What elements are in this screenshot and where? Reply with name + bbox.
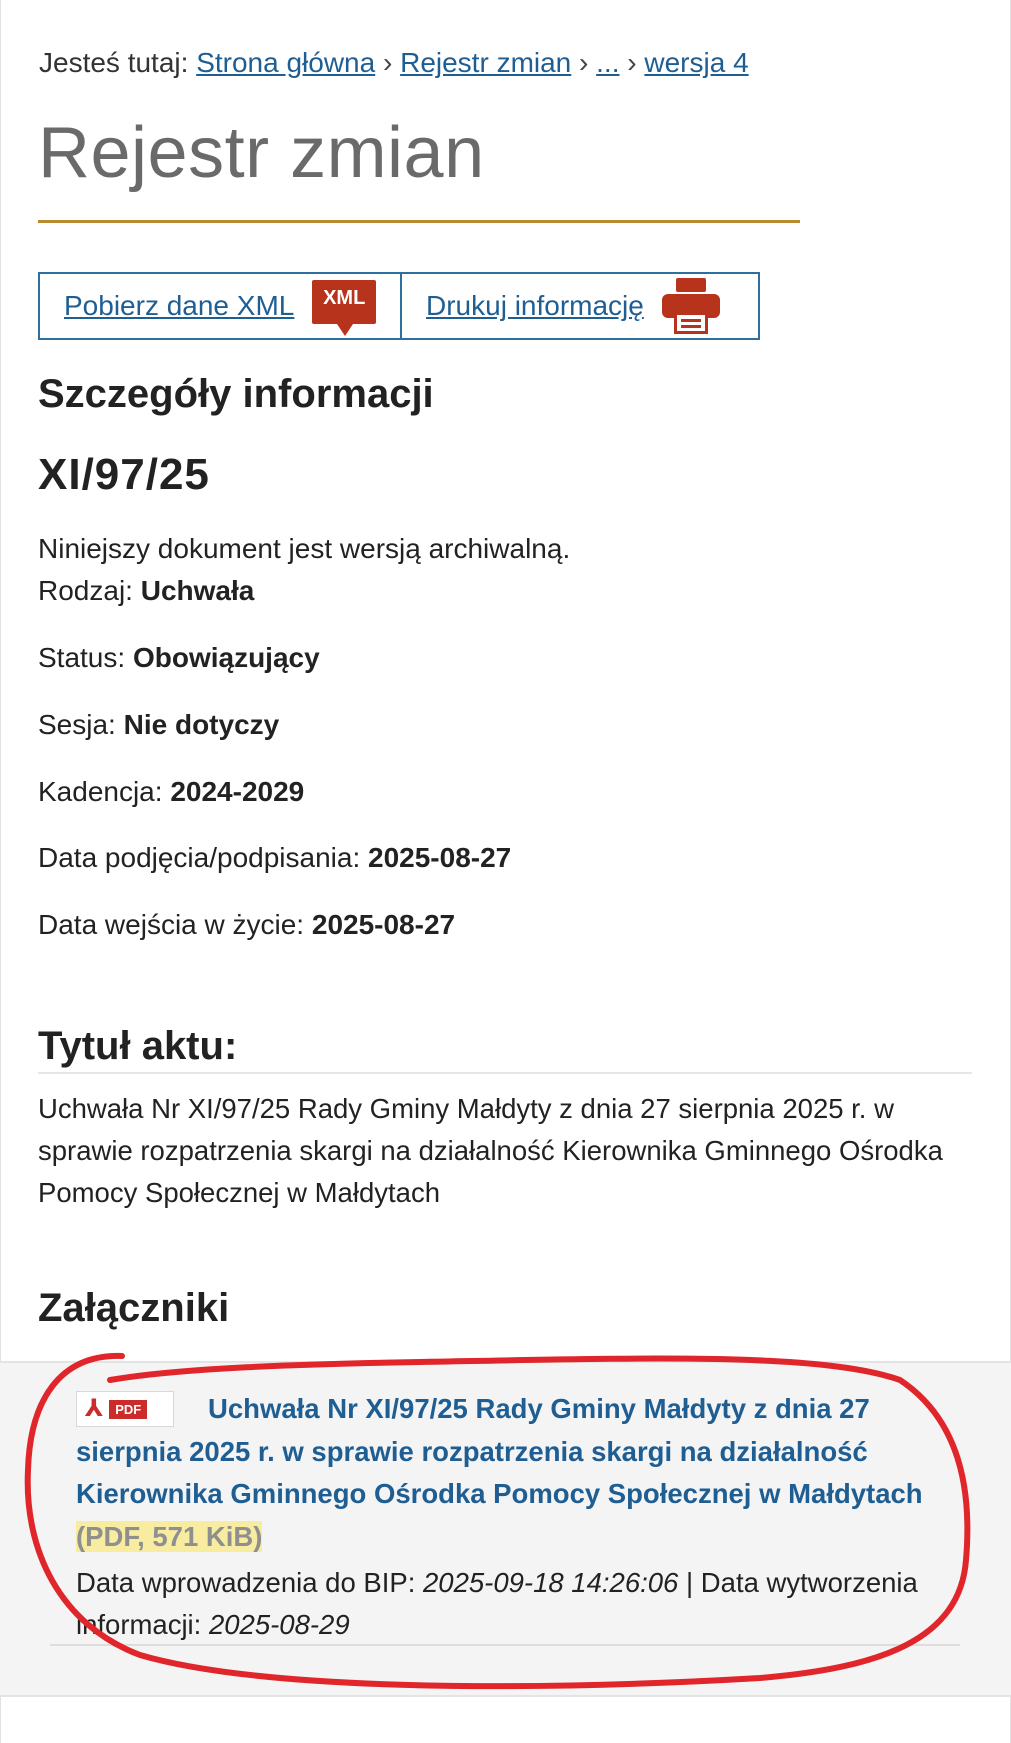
action-bar: Pobierz dane XML XML Drukuj informację <box>38 272 760 340</box>
field-value: Uchwała <box>140 575 255 606</box>
field-label: Data wejścia w życie: <box>38 909 305 940</box>
red-annotation-circle <box>24 1352 971 1690</box>
field-value: Nie dotyczy <box>123 709 280 740</box>
field-label: Kadencja: <box>38 776 163 807</box>
field-status: Status: Obowiązujący <box>38 642 320 674</box>
field-kadencja: Kadencja: 2024-2029 <box>38 776 304 808</box>
xml-download-icon[interactable]: XML <box>312 280 376 336</box>
breadcrumb-separator: › <box>579 47 589 78</box>
field-label: Sesja: <box>38 709 116 740</box>
details-heading: Szczegóły informacji <box>38 372 434 416</box>
act-title-heading: Tytuł aktu: <box>38 1024 238 1068</box>
breadcrumb-prefix: Jesteś tutaj: <box>39 47 189 78</box>
archive-note: Niniejszy dokument jest wersją archiwaln… <box>38 533 571 564</box>
title-underline <box>38 220 800 223</box>
download-xml-action: Pobierz dane XML XML <box>40 274 402 338</box>
breadcrumb-version-link[interactable]: wersja 4 <box>644 47 748 78</box>
field-rodzaj: Rodzaj: Uchwała <box>38 575 254 607</box>
breadcrumb: Jesteś tutaj: Strona główna › Rejestr zm… <box>39 47 749 79</box>
field-label: Status: <box>38 642 126 673</box>
page-title: Rejestr zmian <box>38 113 485 193</box>
field-data-wejscia: Data wejścia w życie: 2025-08-27 <box>38 909 455 941</box>
document-number: XI/97/25 <box>38 450 210 499</box>
act-title-divider <box>38 1072 972 1074</box>
breadcrumb-register-link[interactable]: Rejestr zmian <box>400 47 571 78</box>
printer-icon[interactable] <box>661 278 720 334</box>
download-xml-link[interactable]: Pobierz dane XML <box>64 290 294 322</box>
field-value: 2024-2029 <box>170 776 305 807</box>
field-label: Data podjęcia/podpisania: <box>38 842 361 873</box>
act-title-text: Uchwała Nr XI/97/25 Rady Gminy Małdyty z… <box>38 1093 943 1208</box>
field-sesja: Sesja: Nie dotyczy <box>38 709 279 741</box>
breadcrumb-home-link[interactable]: Strona główna <box>196 47 375 78</box>
field-value: 2025-08-27 <box>311 909 456 940</box>
print-action: Drukuj informację <box>402 274 744 338</box>
breadcrumb-ellipsis-link[interactable]: ... <box>596 47 619 78</box>
breadcrumb-separator: › <box>382 47 393 78</box>
field-data-podjecia: Data podjęcia/podpisania: 2025-08-27 <box>38 842 511 874</box>
field-label: Rodzaj: <box>38 575 133 606</box>
attachments-heading: Załączniki <box>38 1286 230 1330</box>
breadcrumb-separator: › <box>627 47 637 78</box>
field-value: 2025-08-27 <box>368 842 512 873</box>
print-link[interactable]: Drukuj informację <box>426 290 644 322</box>
field-value: Obowiązujący <box>132 642 320 673</box>
